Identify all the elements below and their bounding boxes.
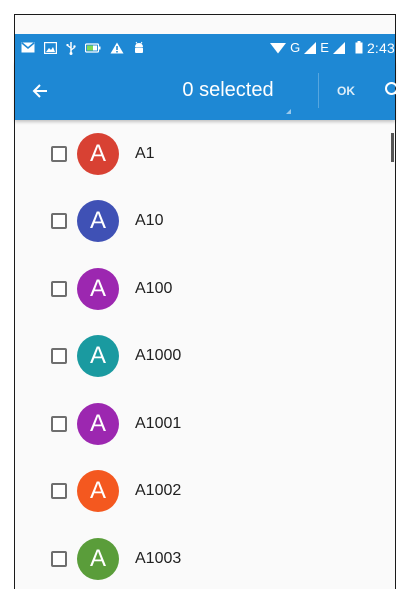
contact-row[interactable]: A A10 [15,188,395,256]
signal-icon-2 [332,41,345,54]
avatar: A [77,402,119,445]
image-icon [44,41,57,54]
search-icon [384,82,402,100]
toolbar-divider [318,73,319,108]
select-checkbox[interactable] [51,145,67,162]
select-checkbox[interactable] [51,213,67,230]
scrollbar-thumb[interactable] [391,133,394,162]
warning-icon [110,42,124,54]
android-debug-icon [133,41,145,54]
search-button[interactable] [373,61,405,120]
contact-name: A1002 [135,482,182,500]
contact-row[interactable]: A A100 [15,255,395,323]
arrow-back-icon [32,83,47,98]
contact-name: A1003 [135,549,182,567]
mail-icon [21,42,35,53]
selection-title-dropdown[interactable]: 0 selected [163,61,293,120]
notification-icons [15,41,145,55]
contact-name: A100 [135,279,173,297]
network-type-label: G [290,40,301,55]
usb-icon [66,41,76,55]
contact-row[interactable]: A A1 [15,120,395,188]
avatar: A [77,335,119,378]
avatar: A [77,470,119,513]
back-button[interactable] [15,61,65,120]
app-bar: 0 selected OK [15,61,402,120]
battery-icon [355,41,363,54]
dropdown-caret-icon [286,109,291,114]
contact-list: A A1 A A10 A A100 A A1000 A A1001 A A1002 A A1003 [15,120,395,593]
page-title: 0 selected [182,79,274,101]
contact-row[interactable]: A A1000 [15,323,395,391]
contact-name: A10 [135,212,164,230]
contact-name: A1001 [135,414,182,432]
contact-name: A1000 [135,347,182,365]
wifi-icon [270,42,287,54]
avatar: A [77,267,119,310]
avatar: A [77,132,119,175]
avatar: A [77,537,119,580]
contact-name: A1 [135,144,155,162]
select-checkbox[interactable] [51,415,67,432]
avatar: A [77,200,119,243]
contact-row[interactable]: A A1001 [15,390,395,458]
signal-icon [304,41,317,54]
contact-row[interactable]: A A1002 [15,458,395,526]
select-checkbox[interactable] [51,348,67,365]
select-checkbox[interactable] [51,483,67,500]
clock: 2:43 [366,39,395,56]
status-bar: G E 2:43 [15,34,395,61]
network-type-label-2: E [320,40,329,55]
select-checkbox[interactable] [51,280,67,297]
select-checkbox[interactable] [51,550,67,567]
contact-row[interactable]: A A1003 [15,525,395,593]
battery-saver-icon [85,42,101,53]
system-status: G E 2:43 [270,40,395,56]
ok-button[interactable]: OK [325,61,367,120]
